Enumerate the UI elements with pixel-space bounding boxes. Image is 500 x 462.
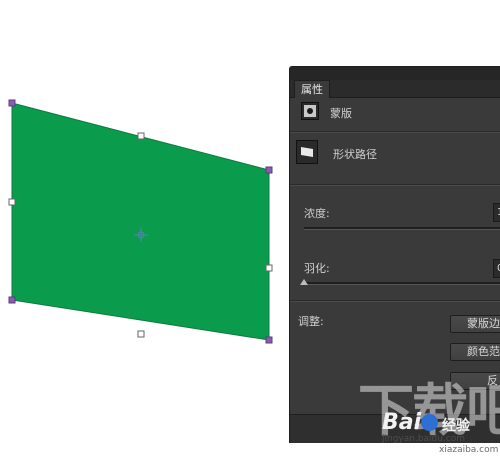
feather-slider-thumb[interactable] <box>300 279 308 285</box>
panel-title-bar[interactable] <box>290 67 500 80</box>
corner-handle-top-left <box>8 99 16 107</box>
mask-edge-button[interactable]: 蒙版边 <box>450 315 500 333</box>
baidu-watermark-suffix: 经验 <box>442 418 470 434</box>
shape-path-icon[interactable] <box>296 140 318 164</box>
density-slider[interactable] <box>304 227 500 230</box>
mask-label: 蒙版 <box>330 107 352 120</box>
baidu-watermark-url: jingyan.baidu.com <box>382 434 466 444</box>
color-range-button[interactable]: 颜色范 <box>450 343 500 361</box>
pixel-mask-icon[interactable] <box>301 102 319 120</box>
transform-shape-layer[interactable] <box>0 0 290 458</box>
edge-handle-top <box>137 132 145 140</box>
shape-path-label: 形状路径 <box>333 148 377 161</box>
feather-slider[interactable] <box>304 282 500 285</box>
density-input[interactable]: 1 <box>493 203 500 222</box>
baidu-watermark-logo: Bai <box>382 410 422 435</box>
corner-handle-bottom-right <box>265 336 273 344</box>
site-watermark-url: xiazaiba.com <box>439 445 499 455</box>
corner-handle-bottom-left <box>8 296 16 304</box>
feather-input[interactable]: 0 <box>493 259 500 278</box>
document-canvas[interactable] <box>0 0 290 458</box>
edge-handle-left <box>8 198 16 206</box>
density-label: 浓度: <box>304 207 330 220</box>
tab-properties[interactable]: 属性 <box>294 80 330 98</box>
adjust-label: 调整: <box>298 315 324 328</box>
corner-handle-top-right <box>265 166 273 174</box>
edge-handle-right <box>265 264 273 272</box>
baidu-paw-icon <box>421 414 438 431</box>
feather-label: 羽化: <box>304 262 330 275</box>
edge-handle-bottom <box>137 330 145 338</box>
